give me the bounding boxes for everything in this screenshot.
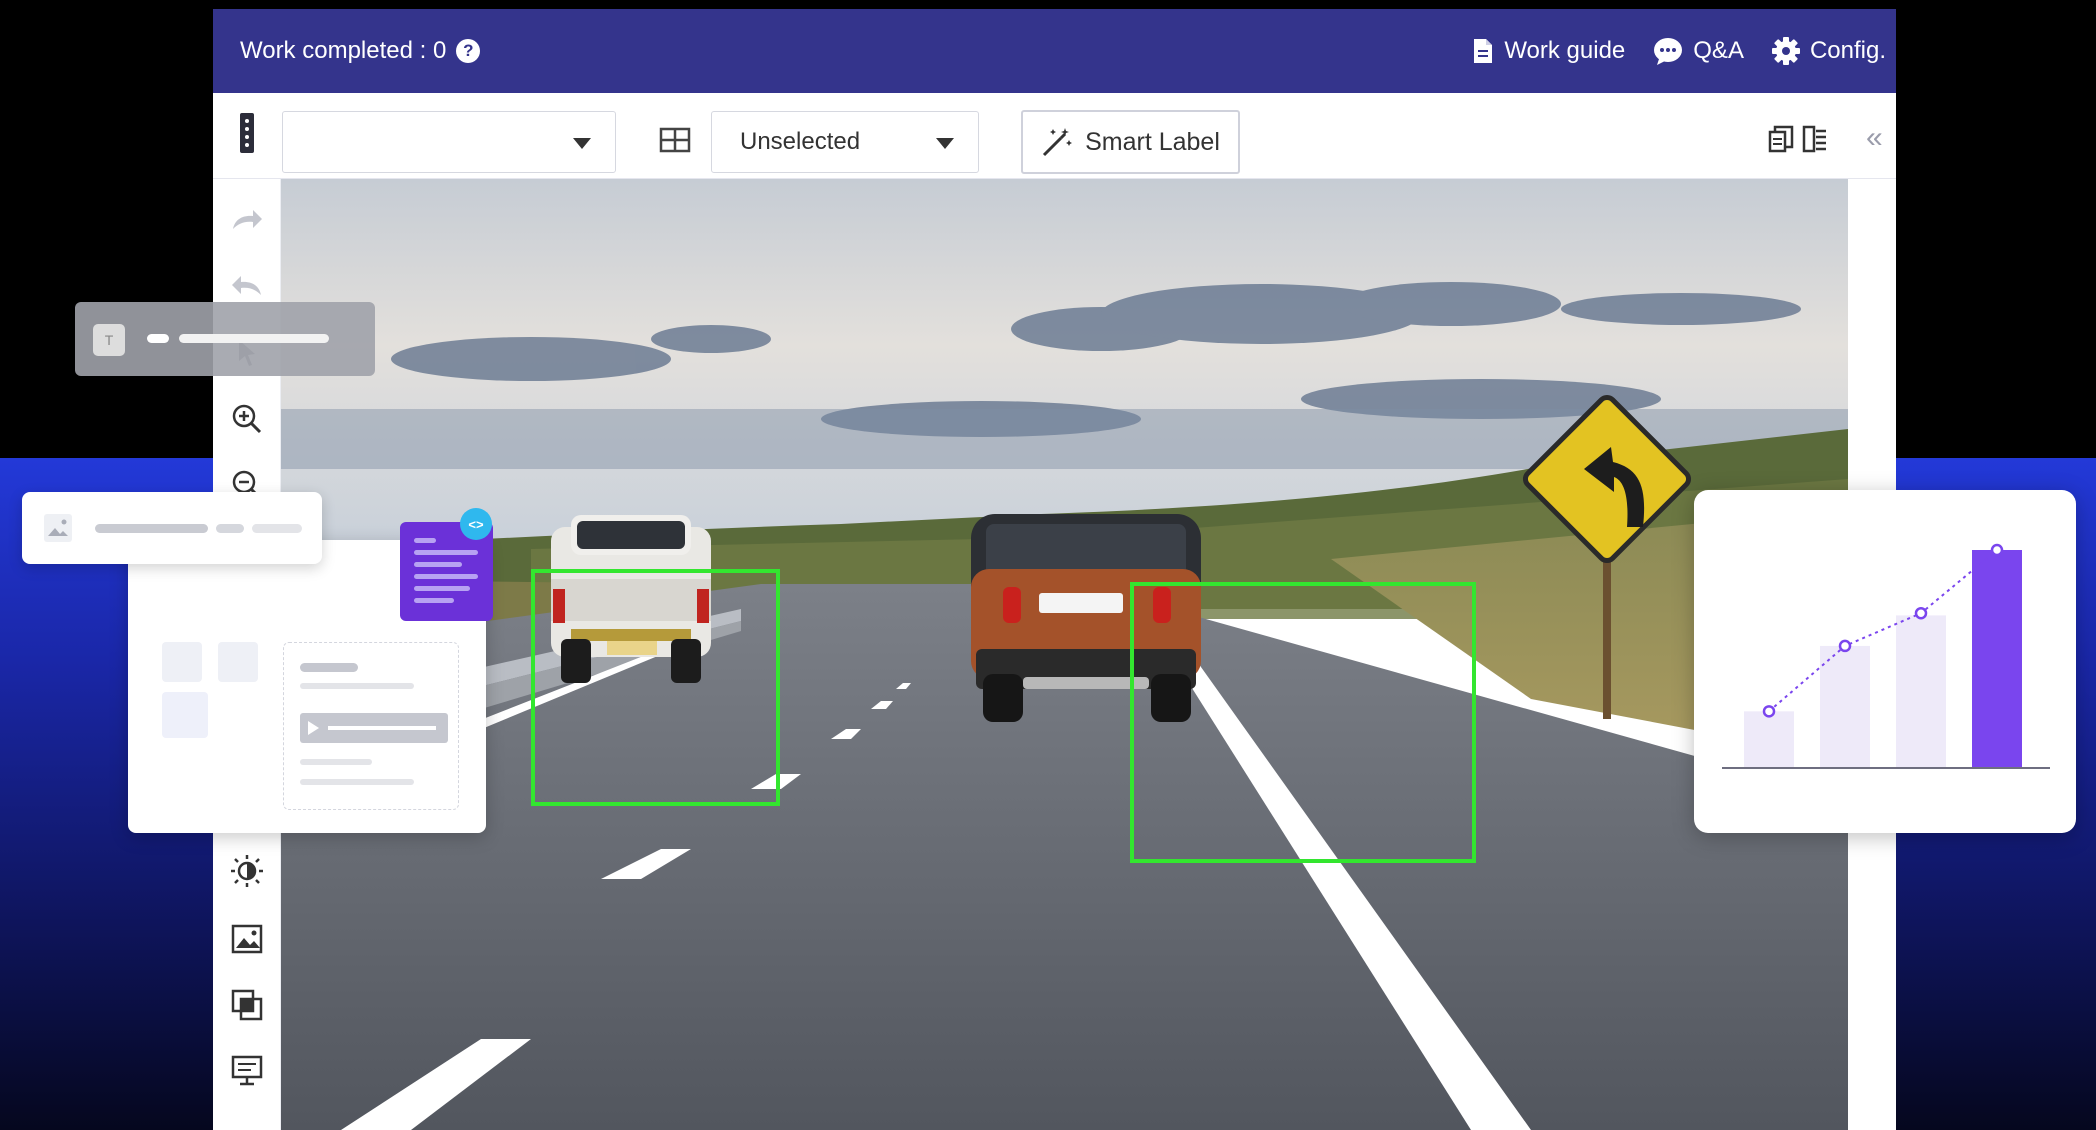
undo-icon[interactable] <box>229 267 265 303</box>
play-icon <box>308 721 319 735</box>
placeholder-line <box>300 779 414 785</box>
chart-bar <box>1896 615 1946 768</box>
chart-point <box>1838 639 1852 653</box>
status-select-dropdown[interactable]: Unselected <box>711 111 979 173</box>
code-brackets-icon: <> <box>460 508 492 540</box>
form-preview <box>283 642 459 810</box>
redo-icon[interactable] <box>229 201 265 237</box>
media-player-placeholder <box>300 713 448 743</box>
code-line <box>414 538 436 543</box>
brightness-icon[interactable] <box>229 853 265 889</box>
text-tool-floating-pill: T <box>75 302 375 376</box>
code-line <box>414 562 462 567</box>
toolbar: Unselected Smart Label « <box>213 93 1896 179</box>
placeholder-line <box>216 524 244 533</box>
placeholder-line <box>95 524 208 533</box>
bounding-box-tool-icon[interactable] <box>659 127 691 153</box>
code-line <box>414 550 478 555</box>
list-panel-icon[interactable] <box>1802 125 1828 153</box>
bar-line-chart <box>1722 543 2050 769</box>
chevron-down-icon <box>573 138 591 149</box>
layout-icon <box>162 642 202 682</box>
bounding-box-pickup-truck[interactable] <box>531 569 780 806</box>
config-link[interactable]: Config. <box>1771 37 1886 65</box>
class-select-dropdown[interactable] <box>282 111 616 173</box>
work-guide-link[interactable]: Work guide <box>1472 37 1625 65</box>
chat-bubble-icon <box>1654 38 1683 65</box>
smart-label-button[interactable]: Smart Label <box>1021 110 1240 174</box>
code-line <box>414 574 478 579</box>
bounding-box-suv-car[interactable] <box>1130 582 1476 863</box>
progress-track <box>328 726 436 730</box>
image-icon[interactable] <box>229 921 265 957</box>
work-completed-status: Work completed : 0 ? <box>240 37 481 65</box>
chart-trend-line <box>1768 549 1998 713</box>
header-links: Work guide Q&A Config. <box>1472 37 1896 65</box>
chart-bar <box>1744 711 1794 768</box>
input-widget-icon <box>218 642 258 682</box>
qa-link[interactable]: Q&A <box>1653 37 1744 65</box>
header-bar: Work completed : 0 ? Work guide Q&A Conf… <box>213 9 1896 93</box>
copy-icon[interactable] <box>229 987 265 1023</box>
chevron-down-icon <box>936 138 954 149</box>
magic-wand-icon <box>1043 128 1073 157</box>
smart-label-text: Smart Label <box>1085 127 1220 156</box>
image-canvas[interactable] <box>281 179 1848 1130</box>
placeholder-line <box>300 683 414 689</box>
chart-point <box>1914 606 1928 620</box>
presentation-icon[interactable] <box>229 1053 265 1089</box>
status-select-value: Unselected <box>740 128 861 155</box>
chart-bar <box>1972 550 2022 768</box>
qa-label: Q&A <box>1693 37 1744 64</box>
chart-bar <box>1820 645 1870 768</box>
code-line <box>414 586 470 591</box>
gear-icon <box>1771 37 1800 65</box>
text-tool-icon: T <box>93 324 125 356</box>
chart-point <box>1762 705 1776 718</box>
question-circle-icon[interactable]: ? <box>456 39 481 63</box>
copy-panel-icon[interactable] <box>1768 125 1794 153</box>
code-line <box>414 598 454 603</box>
image-icon <box>44 514 72 542</box>
work-guide-label: Work guide <box>1504 37 1626 64</box>
panel-toggle-group <box>1768 125 1828 153</box>
placeholder-line <box>179 334 329 343</box>
config-label: Config. <box>1809 37 1886 64</box>
chart-point <box>1990 543 2004 557</box>
placeholder-line <box>300 663 358 672</box>
document-icon <box>1474 39 1493 63</box>
road-scene-image <box>281 179 1848 1130</box>
placeholder-line <box>252 524 302 533</box>
image-attachment-card <box>22 492 322 564</box>
chart-card <box>1694 490 2076 833</box>
placeholder-line <box>300 759 372 765</box>
work-completed-text: Work completed : 0 <box>240 37 447 64</box>
empty-widget-slot <box>162 692 208 738</box>
double-chevron-left-icon[interactable]: « <box>1866 121 1883 155</box>
zoom-in-icon[interactable] <box>229 401 265 437</box>
drag-handle-icon[interactable] <box>240 113 254 153</box>
placeholder-line <box>147 334 169 343</box>
